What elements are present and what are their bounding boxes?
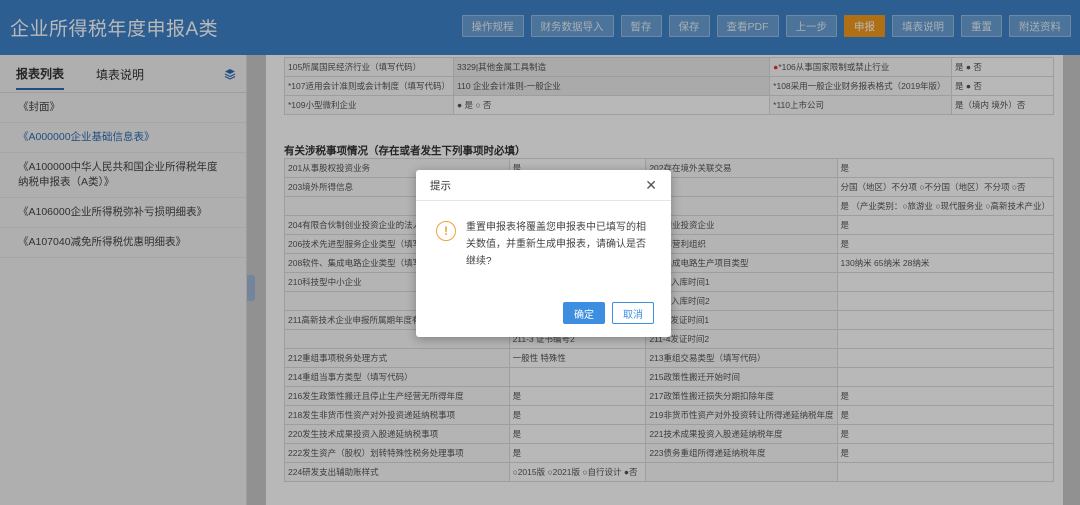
confirm-button[interactable]: 确定	[563, 302, 605, 324]
confirm-dialog: 提示 ✕ ! 重置申报表将覆盖您申报表中已填写的相关数值，并重新生成申报表，请确…	[416, 170, 671, 337]
dialog-buttons: 确定 取消	[563, 302, 654, 324]
warning-icon: !	[436, 221, 456, 241]
dialog-title: 提示	[430, 179, 451, 192]
cancel-button[interactable]: 取消	[612, 302, 654, 324]
dialog-message: 重置申报表将覆盖您申报表中已填写的相关数值，并重新生成申报表，请确认是否继续?	[466, 222, 646, 267]
dialog-body: ! 重置申报表将覆盖您申报表中已填写的相关数值，并重新生成申报表，请确认是否继续…	[416, 201, 671, 270]
close-icon[interactable]: ✕	[645, 177, 657, 194]
dialog-header: 提示 ✕	[416, 170, 671, 201]
